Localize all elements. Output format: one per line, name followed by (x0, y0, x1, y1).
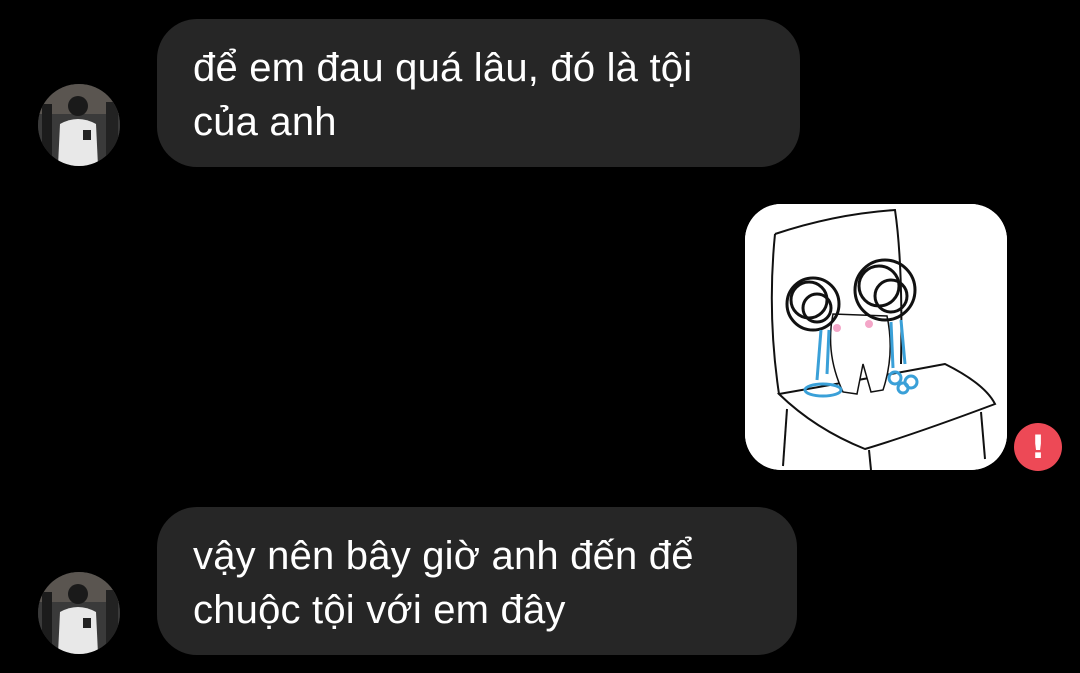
incoming-message-bubble[interactable]: để em đau quá lâu, đó là tội của anh (157, 19, 800, 167)
error-icon[interactable]: ! (1014, 423, 1062, 471)
sent-sticker[interactable] (745, 204, 1007, 470)
sender-avatar[interactable] (38, 84, 120, 166)
incoming-message-bubble[interactable]: vậy nên bây giờ anh đến để chuộc tội với… (157, 507, 797, 655)
error-symbol: ! (1030, 428, 1046, 466)
crying-cat-on-chair-sticker (745, 204, 1007, 470)
chat-thread: để em đau quá lâu, đó là tội của anh ! v… (0, 0, 1080, 673)
avatar-photo (38, 572, 120, 654)
sender-avatar[interactable] (38, 572, 120, 654)
avatar-photo (38, 84, 120, 166)
message-text: để em đau quá lâu, đó là tội của anh (193, 46, 693, 144)
message-text: vậy nên bây giờ anh đến để chuộc tội với… (193, 534, 694, 632)
